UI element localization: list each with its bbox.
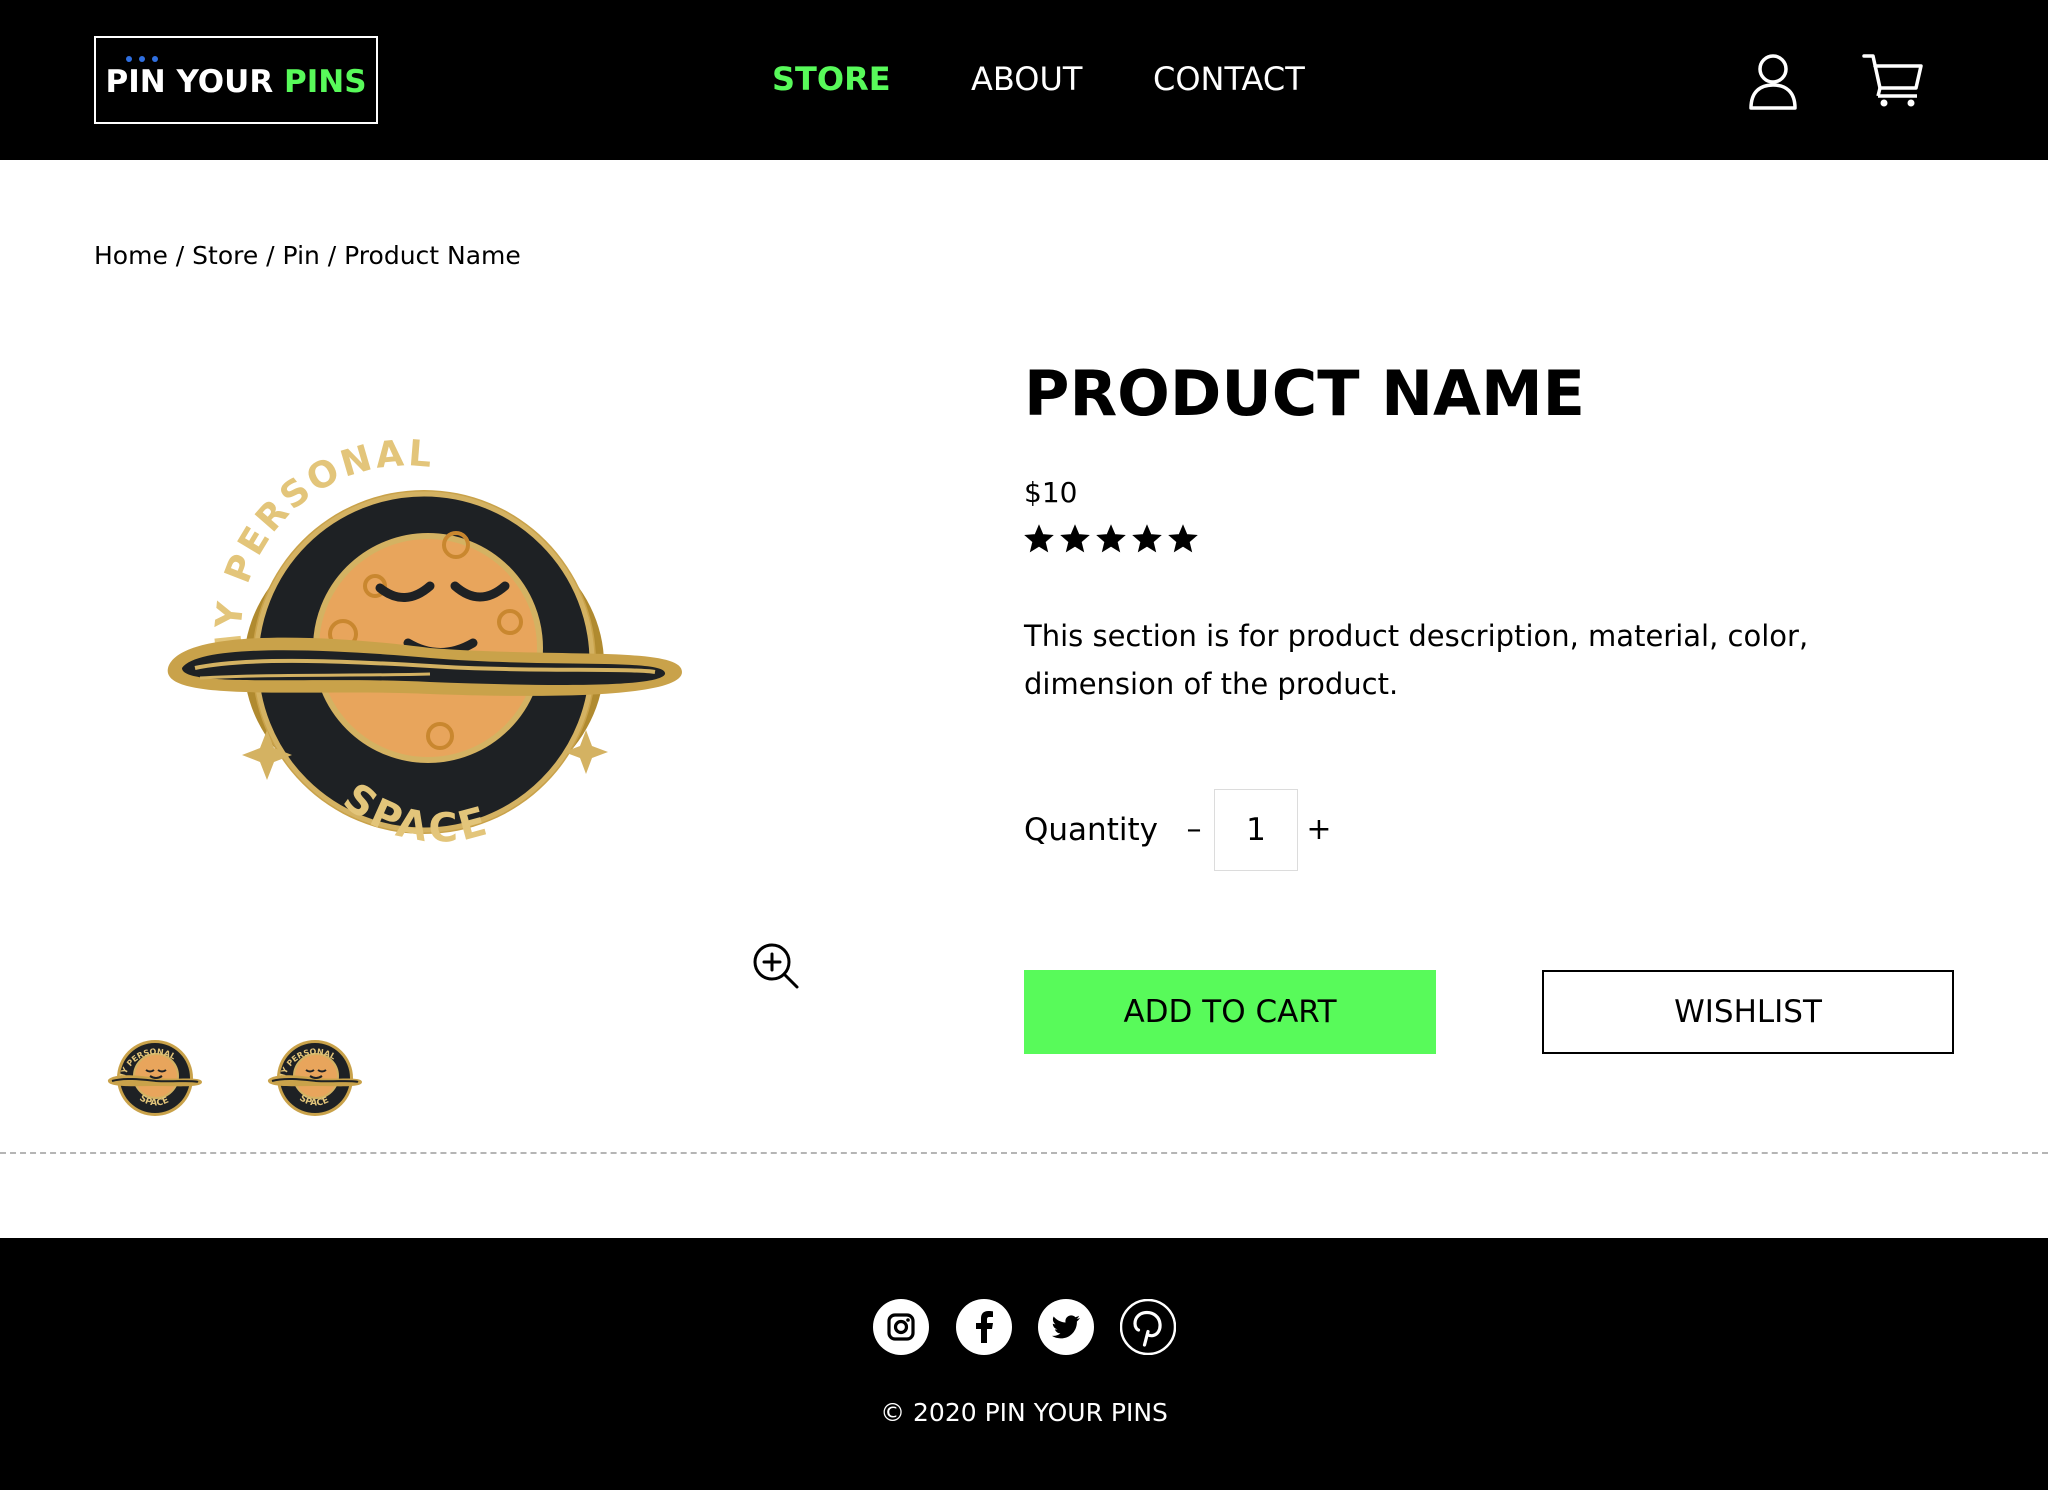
star-icon xyxy=(1168,524,1198,553)
site-footer: © 2020 PIN YOUR PINS xyxy=(0,1238,2048,1490)
user-icon[interactable] xyxy=(1748,52,1798,110)
nav-store[interactable]: STORE xyxy=(772,60,891,98)
zoom-in-icon[interactable] xyxy=(752,942,800,990)
logo-dots xyxy=(126,56,158,62)
twitter-icon[interactable] xyxy=(1038,1299,1094,1355)
nav-about[interactable]: ABOUT xyxy=(971,60,1082,98)
logo-text: PIN YOUR PINS xyxy=(96,64,376,100)
logo-text-green: PINS xyxy=(284,64,367,100)
product-thumbnail[interactable]: MY PERSONAL SPACE xyxy=(266,1036,364,1120)
product-price: $10 xyxy=(1024,476,1078,509)
site-logo[interactable]: PIN YOUR PINS xyxy=(94,36,378,124)
star-icon xyxy=(1024,524,1054,553)
product-title: PRODUCT NAME xyxy=(1024,357,1585,430)
star-icon xyxy=(1096,524,1126,553)
section-divider xyxy=(0,1152,2048,1154)
product-thumbnail[interactable]: MY PERSONAL SPACE xyxy=(106,1036,204,1120)
wishlist-button[interactable]: WISHLIST xyxy=(1542,970,1954,1054)
quantity-label: Quantity xyxy=(1024,812,1158,848)
quantity-input[interactable]: 1 xyxy=(1214,789,1298,871)
pinterest-icon[interactable] xyxy=(1120,1299,1176,1355)
add-to-cart-button[interactable]: ADD TO CART xyxy=(1024,970,1436,1054)
product-image: MY PERSONAL SPACE xyxy=(167,436,682,852)
copyright-text: © 2020 PIN YOUR PINS xyxy=(880,1398,1168,1427)
star-icon xyxy=(1132,524,1162,553)
cart-icon[interactable] xyxy=(1862,52,1924,108)
logo-text-white: PIN YOUR xyxy=(105,64,284,100)
rating-stars xyxy=(1024,524,1198,554)
site-header: PIN YOUR PINS STORE ABOUT CONTACT xyxy=(0,0,2048,160)
quantity-increase-button[interactable]: + xyxy=(1306,810,1332,850)
star-icon xyxy=(1060,524,1090,553)
facebook-icon[interactable] xyxy=(956,1299,1012,1355)
instagram-icon[interactable] xyxy=(873,1299,929,1355)
nav-contact[interactable]: CONTACT xyxy=(1153,60,1305,98)
breadcrumb[interactable]: Home / Store / Pin / Product Name xyxy=(94,241,521,270)
product-description: This section is for product description,… xyxy=(1024,619,1809,701)
quantity-decrease-button[interactable]: – xyxy=(1182,810,1206,850)
